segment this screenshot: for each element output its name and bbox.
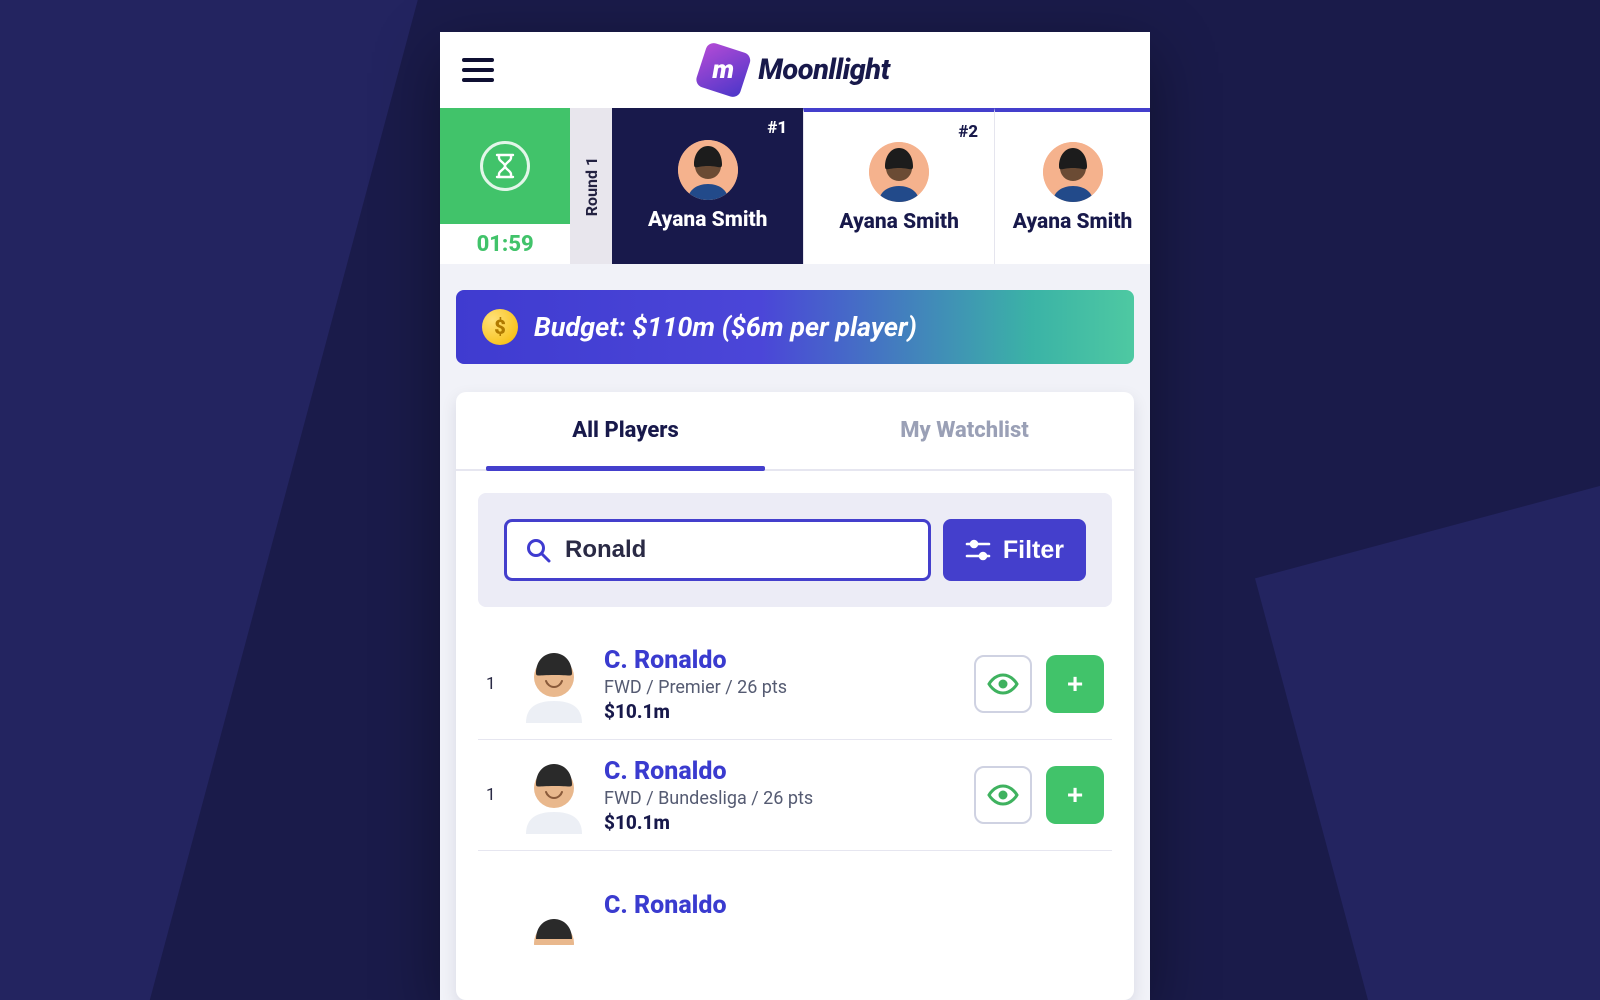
pick-name: Ayana Smith <box>1013 210 1133 234</box>
avatar <box>869 142 929 202</box>
player-name[interactable]: C. Ronaldo <box>604 891 1104 920</box>
pick-card-3[interactable]: Ayana Smith <box>994 108 1150 264</box>
search-filter-row: Filter <box>478 493 1112 607</box>
brand-logo <box>694 41 752 99</box>
player-row: 1 C. Ronaldo FWD / Premier / 26 pts $10.… <box>478 629 1112 740</box>
pick-name: Ayana Smith <box>648 208 768 232</box>
players-card: All Players My Watchlist <box>456 392 1134 1000</box>
player-avatar <box>518 756 590 834</box>
timer-icon-area <box>440 108 570 224</box>
tabs: All Players My Watchlist <box>456 392 1134 471</box>
player-row: 1 C. Ronaldo FWD / Bundesliga / 26 pts $… <box>478 740 1112 851</box>
player-avatar <box>518 645 590 723</box>
pick-rank: #1 <box>767 118 787 138</box>
search-input-wrap <box>504 519 931 581</box>
player-rank: 1 <box>486 674 504 694</box>
tab-all-players[interactable]: All Players <box>456 392 795 469</box>
watch-button[interactable] <box>974 766 1032 824</box>
plus-icon: + <box>1067 668 1083 700</box>
player-price: $10.1m <box>604 811 960 834</box>
player-rank: 1 <box>486 785 504 805</box>
plus-icon: + <box>1067 779 1083 811</box>
tab-my-watchlist[interactable]: My Watchlist <box>795 392 1134 469</box>
app-frame: Moonllight 01:59 Round 1 #1 <box>440 32 1150 1000</box>
pick-name: Ayana Smith <box>839 210 959 234</box>
timer-value: 01:59 <box>440 224 570 264</box>
bg-deco-2 <box>1255 449 1600 1000</box>
timer: 01:59 <box>440 108 570 264</box>
player-name[interactable]: C. Ronaldo <box>604 646 960 675</box>
player-meta: FWD / Premier / 26 pts <box>604 677 960 698</box>
add-button[interactable]: + <box>1046 655 1104 713</box>
budget-banner: $ Budget: $110m ($6m per player) <box>456 290 1134 364</box>
budget-text: Budget: $110m ($6m per player) <box>534 311 917 343</box>
player-info: C. Ronaldo <box>604 891 1104 922</box>
search-input[interactable] <box>565 536 910 564</box>
filter-button[interactable]: Filter <box>943 519 1086 581</box>
avatar <box>1043 142 1103 202</box>
search-icon <box>525 537 551 563</box>
app-header: Moonllight <box>440 32 1150 108</box>
draft-picker-bar: 01:59 Round 1 #1 Ayana Smith #2 <box>440 108 1150 264</box>
player-info: C. Ronaldo FWD / Premier / 26 pts $10.1m <box>604 646 960 723</box>
pick-card-2[interactable]: #2 Ayana Smith <box>803 108 994 264</box>
round-label: Round 1 <box>582 156 601 215</box>
player-list: 1 C. Ronaldo FWD / Premier / 26 pts $10.… <box>456 629 1134 961</box>
brand: Moonllight <box>700 47 889 93</box>
pick-card-1[interactable]: #1 Ayana Smith <box>612 108 803 264</box>
round-indicator: Round 1 <box>570 108 612 264</box>
coin-icon: $ <box>482 309 518 345</box>
add-button[interactable]: + <box>1046 766 1104 824</box>
player-info: C. Ronaldo FWD / Bundesliga / 26 pts $10… <box>604 757 960 834</box>
pick-rank: #2 <box>958 122 978 142</box>
menu-button[interactable] <box>462 58 494 82</box>
eye-icon <box>987 784 1019 806</box>
sliders-icon <box>965 539 991 561</box>
player-meta: FWD / Bundesliga / 26 pts <box>604 788 960 809</box>
player-row: C. Ronaldo <box>478 851 1112 961</box>
player-avatar <box>518 867 590 945</box>
watch-button[interactable] <box>974 655 1032 713</box>
player-name[interactable]: C. Ronaldo <box>604 757 960 786</box>
avatar <box>678 140 738 200</box>
player-price: $10.1m <box>604 700 960 723</box>
filter-label: Filter <box>1003 536 1064 565</box>
brand-name: Moonllight <box>758 53 889 87</box>
hourglass-icon <box>480 141 530 191</box>
eye-icon <box>987 673 1019 695</box>
bg-deco-1 <box>0 0 445 1000</box>
